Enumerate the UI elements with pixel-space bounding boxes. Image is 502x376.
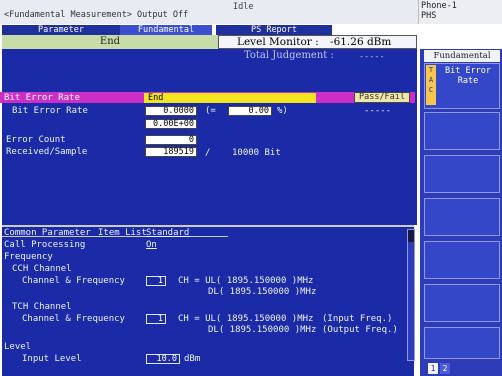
sample-value: 10000 Bit xyxy=(232,148,281,158)
page-tab-2[interactable]: 2 xyxy=(440,363,450,374)
frequency-label: Frequency xyxy=(4,252,53,262)
ber-status-value: End xyxy=(148,93,164,103)
input-level-unit: dBm xyxy=(184,354,201,364)
ber-label: Bit Error Rate xyxy=(12,106,88,116)
ber-paren: (= xyxy=(205,106,216,116)
sample-separator: / xyxy=(205,148,211,158)
softkey-7[interactable] xyxy=(424,327,500,359)
common-parameter-title: Common Parameter xyxy=(4,228,91,238)
cch-channel-label: Channel & Frequency xyxy=(22,276,125,286)
level-monitor-value: -61.26 dBm xyxy=(330,36,392,48)
tch-label: TCH Channel xyxy=(12,302,72,312)
cch-dl-frequency: DL( 1895.150000 )MHz xyxy=(208,287,317,297)
softkey-bit-error-rate-label: Bit Error Rate xyxy=(444,66,492,86)
tch-dl-frequency: DL( 1895.150000 )MHz xyxy=(208,325,317,335)
ber-status-field xyxy=(144,93,316,103)
ber-header-label: Bit Error Rate xyxy=(4,93,80,103)
tch-ul-note: (Input Freq.) xyxy=(322,314,393,324)
call-processing-label: Call Processing xyxy=(4,240,86,250)
level-label: Level xyxy=(4,342,32,352)
phone-name: Phone-1 xyxy=(421,1,457,11)
softkey-3[interactable] xyxy=(424,155,500,193)
cch-channel-field[interactable]: 1 xyxy=(146,276,166,286)
ber-percent-value: 0.00 xyxy=(228,106,272,116)
ber-value: 0.0000 xyxy=(145,106,197,116)
phone-system: PHS xyxy=(421,11,437,21)
error-count-label: Error Count xyxy=(6,135,66,145)
ber-percent-unit: %) xyxy=(277,106,288,116)
measure-status: End xyxy=(2,35,218,49)
received-value: 189519 xyxy=(145,147,197,157)
softkey-header: Fundamental xyxy=(424,50,500,62)
total-judgement-value: ----- xyxy=(359,52,385,62)
call-processing-value[interactable]: On xyxy=(146,240,157,250)
tch-ul-frequency: CH = UL( 1895.150000 )MHz xyxy=(178,314,314,324)
item-list-label: Item List xyxy=(98,228,147,238)
input-level-label: Input Level xyxy=(22,354,82,364)
level-monitor: Level Monitor : -61.26 dBm xyxy=(218,35,417,49)
ber-exp-value: 0.00E+00 xyxy=(145,119,197,129)
softkey-5[interactable] xyxy=(424,241,500,279)
error-count-value: 0 xyxy=(145,135,197,145)
tch-dl-note: (Output Freq.) xyxy=(322,325,398,335)
input-level-field[interactable]: 10.0 xyxy=(146,354,180,364)
tch-channel-field[interactable]: 1 xyxy=(146,314,166,324)
softkey-4[interactable] xyxy=(424,198,500,236)
tch-channel-label: Channel & Frequency xyxy=(22,314,125,324)
pass-fail-button[interactable]: Pass/Fail xyxy=(354,92,410,103)
received-sample-label: Received/Sample xyxy=(6,147,88,157)
softkey-6[interactable] xyxy=(424,284,500,322)
ber-percent-judge: ----- xyxy=(364,106,392,116)
page-tab-1[interactable]: 1 xyxy=(428,363,438,374)
softkey-side-indicator: T A C xyxy=(426,65,436,105)
scrollbar-thumb[interactable] xyxy=(408,230,414,242)
cch-ul-frequency: CH = UL( 1895.150000 )MHz xyxy=(178,276,314,286)
cch-label: CCH Channel xyxy=(12,264,72,274)
level-monitor-label: Level Monitor : xyxy=(237,36,319,48)
parameter-scrollbar[interactable] xyxy=(407,229,415,361)
item-list-value[interactable]: Standard xyxy=(146,228,189,238)
total-judgement-label: Total Judgement : xyxy=(244,50,334,61)
screen-title: <Fundamental Measurement> Output Off xyxy=(4,10,189,20)
status-text: Idle xyxy=(233,2,254,12)
softkey-2[interactable] xyxy=(424,112,500,150)
